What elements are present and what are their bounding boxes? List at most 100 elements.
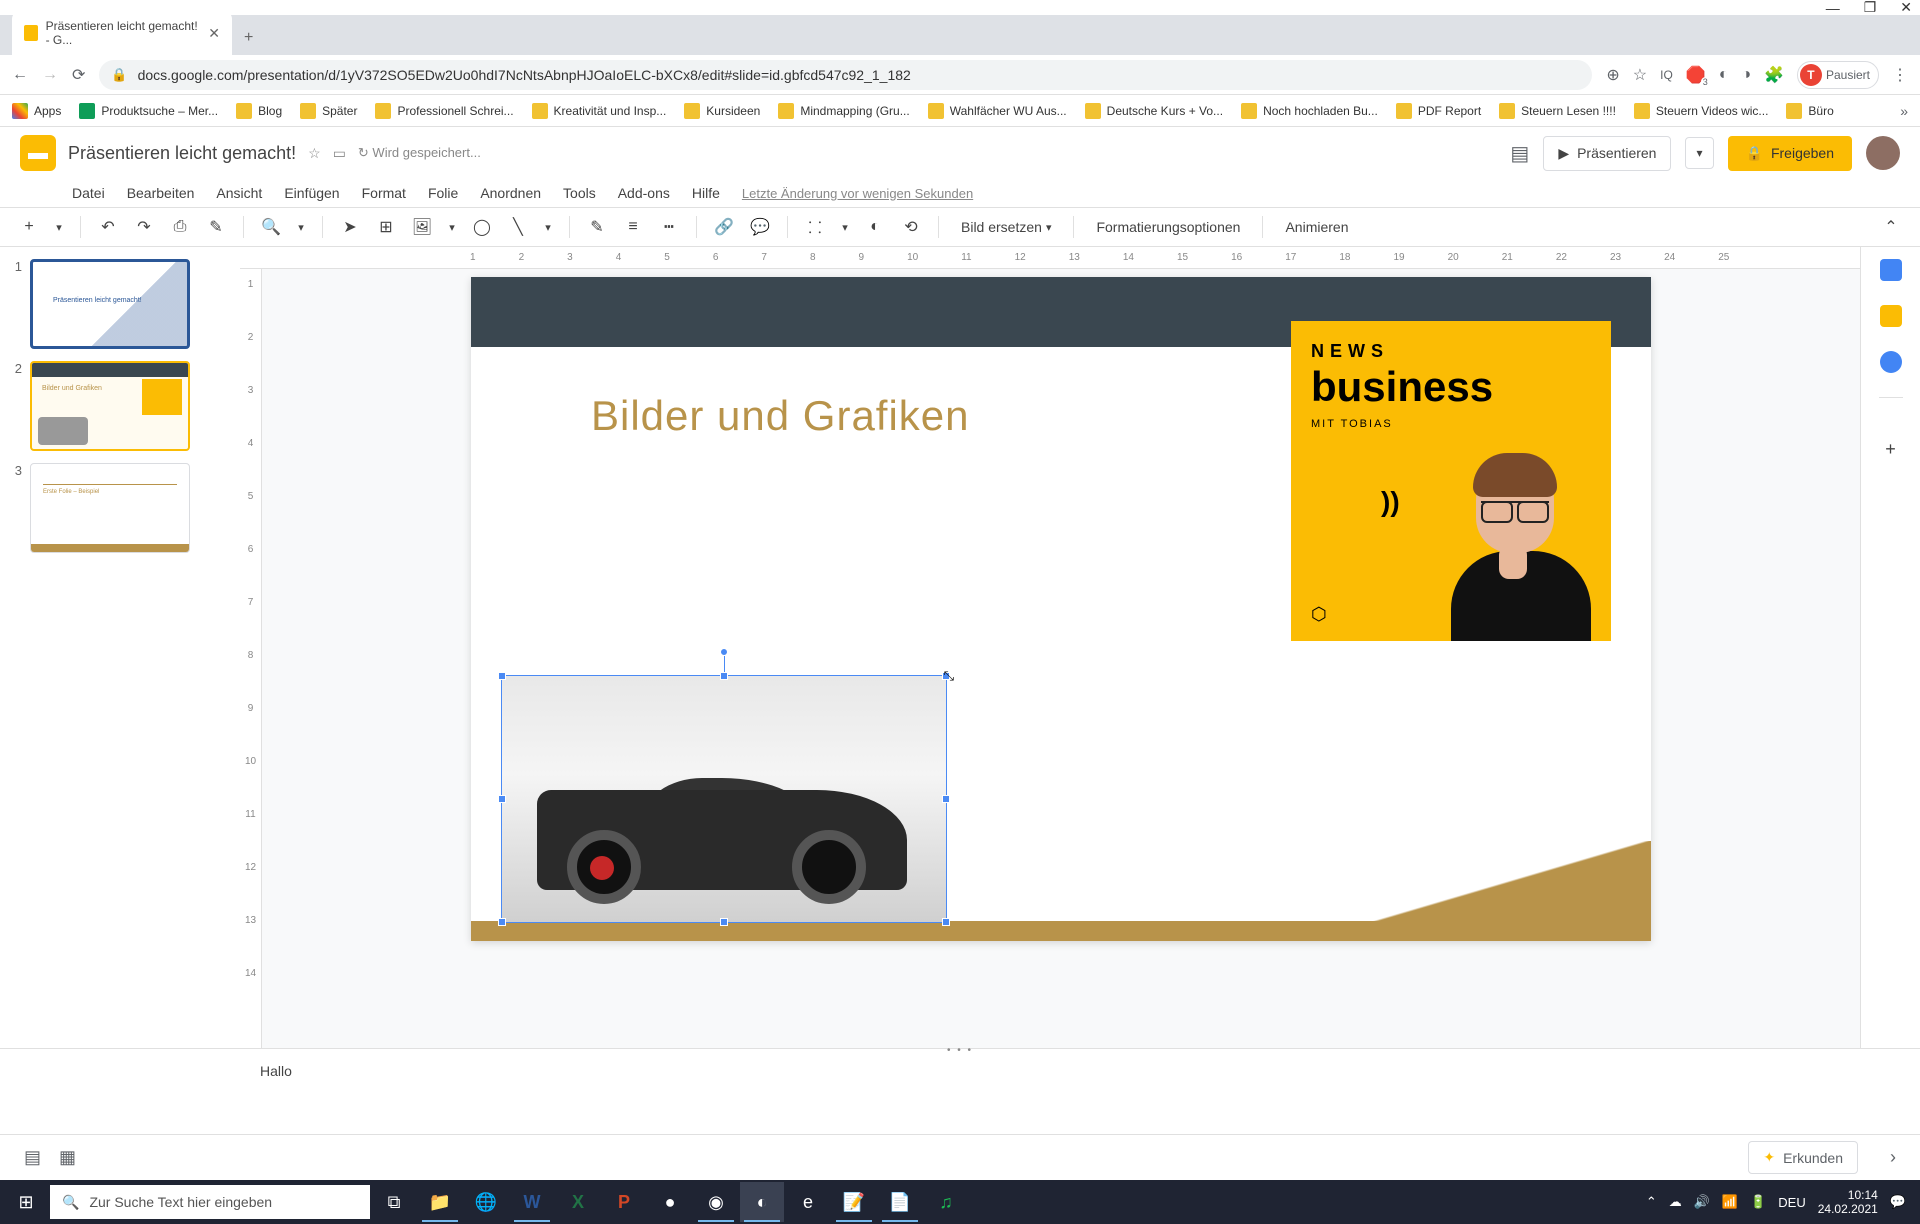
taskbar-app-notes[interactable]: 📝 <box>832 1182 876 1222</box>
menu-datei[interactable]: Datei <box>72 185 105 201</box>
resize-handle-mr[interactable] <box>942 795 950 803</box>
window-minimize[interactable]: — <box>1826 0 1840 16</box>
last-edit-status[interactable]: Letzte Änderung vor wenigen Sekunden <box>742 186 973 201</box>
resize-handle-ml[interactable] <box>498 795 506 803</box>
browser-tab-active[interactable]: Präsentieren leicht gemacht! - G... ✕ <box>12 11 232 55</box>
undo-button[interactable]: ↶ <box>95 214 121 240</box>
taskbar-search[interactable]: 🔍 Zur Suche Text hier eingeben <box>50 1185 370 1219</box>
bookmarks-overflow[interactable]: » <box>1900 103 1908 119</box>
resize-handle-bl[interactable] <box>498 918 506 926</box>
slide-thumbnail-2-active[interactable]: Bilder und Grafiken <box>30 361 190 451</box>
taskbar-app[interactable]: ● <box>648 1182 692 1222</box>
resize-handle-tl[interactable] <box>498 672 506 680</box>
browser-menu-icon[interactable]: ⋮ <box>1892 65 1908 85</box>
taskbar-app-spotify[interactable]: ♫ <box>924 1182 968 1222</box>
new-tab-button[interactable]: + <box>232 21 265 55</box>
menu-anordnen[interactable]: Anordnen <box>480 185 541 201</box>
extension-icon-2[interactable]: ◑ <box>1741 66 1751 84</box>
menu-folie[interactable]: Folie <box>428 185 458 201</box>
menu-bearbeiten[interactable]: Bearbeiten <box>127 185 195 201</box>
new-slide-button[interactable]: + <box>16 214 42 240</box>
bookmark-item[interactable]: Mindmapping (Gru... <box>778 103 909 119</box>
image-dropdown[interactable]: ▾ <box>445 214 459 240</box>
battery-icon[interactable]: 🔋 <box>1750 1194 1766 1210</box>
border-dash-button[interactable]: ┅ <box>656 214 682 240</box>
taskbar-app-powerpoint[interactable]: P <box>602 1182 646 1222</box>
taskbar-app-chrome[interactable]: ◐ <box>740 1182 784 1222</box>
keep-icon[interactable] <box>1880 305 1902 327</box>
chevron-right-icon[interactable]: › <box>1890 1147 1896 1168</box>
notes-text[interactable]: Hallo <box>260 1063 292 1079</box>
bookmark-item[interactable]: Professionell Schrei... <box>375 103 513 119</box>
taskbar-app-excel[interactable]: X <box>556 1182 600 1222</box>
menu-addons[interactable]: Add-ons <box>618 185 670 201</box>
language-indicator[interactable]: DEU <box>1778 1195 1805 1210</box>
bookmark-item[interactable]: Kreativität und Insp... <box>532 103 667 119</box>
slide-thumbnail-1[interactable]: Präsentieren leicht gemacht! <box>30 259 190 349</box>
bookmark-item[interactable]: Wahlfächer WU Aus... <box>928 103 1067 119</box>
mask-button[interactable]: ◐ <box>862 214 888 240</box>
comment-button[interactable]: 💬 <box>747 214 773 240</box>
paint-format-button[interactable]: ✎ <box>203 214 229 240</box>
calendar-icon[interactable] <box>1880 259 1902 281</box>
menu-hilfe[interactable]: Hilfe <box>692 185 720 201</box>
present-button[interactable]: ▶ Präsentieren <box>1543 136 1671 171</box>
bookmark-item[interactable]: Blog <box>236 103 282 119</box>
taskbar-app-edge[interactable]: 🌐 <box>464 1182 508 1222</box>
zoom-dropdown[interactable]: ▾ <box>294 214 308 240</box>
reset-image-button[interactable]: ⟲ <box>898 214 924 240</box>
extension-icon[interactable]: ◐ <box>1719 66 1729 84</box>
grid-view-icon[interactable]: ▦ <box>59 1147 76 1168</box>
share-button[interactable]: 🔒 Freigeben <box>1728 136 1852 171</box>
zoom-button[interactable]: 🔍 <box>258 214 284 240</box>
bookmark-item[interactable]: Produktsuche – Mer... <box>79 103 218 119</box>
volume-icon[interactable]: 🔊 <box>1694 1194 1710 1210</box>
star-icon[interactable]: ☆ <box>308 145 321 162</box>
resize-handle-br[interactable] <box>942 918 950 926</box>
add-addon-icon[interactable]: + <box>1885 439 1896 460</box>
speaker-notes[interactable]: • • • Hallo <box>0 1048 1920 1134</box>
clock[interactable]: 10:14 24.02.2021 <box>1818 1188 1878 1217</box>
current-slide[interactable]: Bilder und Grafiken NEWS business MIT TO… <box>471 277 1651 941</box>
bookmark-item[interactable]: Steuern Videos wic... <box>1634 103 1769 119</box>
blocker-icon[interactable]: 🛑3 <box>1686 65 1706 85</box>
bookmark-item[interactable]: Kursideen <box>684 103 760 119</box>
doc-title[interactable]: Präsentieren leicht gemacht! <box>68 143 296 164</box>
explore-button[interactable]: ✦ Erkunden <box>1748 1141 1858 1174</box>
notes-drag-handle[interactable]: • • • <box>947 1045 973 1056</box>
move-icon[interactable]: ▭ <box>333 145 346 162</box>
tasks-icon[interactable] <box>1880 351 1902 373</box>
crop-button[interactable]: ⸬ <box>802 214 828 240</box>
select-tool[interactable]: ➤ <box>337 214 363 240</box>
border-weight-button[interactable]: ≡ <box>620 214 646 240</box>
window-close[interactable]: ✕ <box>1900 0 1912 16</box>
tab-close-icon[interactable]: ✕ <box>208 25 220 42</box>
slide-thumbnail-3[interactable]: Erste Folie – Beispiel <box>30 463 190 553</box>
print-button[interactable]: ⎙ <box>167 214 193 240</box>
line-tool[interactable]: ╲ <box>505 214 531 240</box>
animate-button[interactable]: Animieren <box>1277 219 1356 235</box>
url-field[interactable]: 🔒 docs.google.com/presentation/d/1yV372S… <box>99 60 1592 90</box>
menu-ansicht[interactable]: Ansicht <box>216 185 262 201</box>
menu-tools[interactable]: Tools <box>563 185 596 201</box>
taskview-icon[interactable]: ⧉ <box>372 1182 416 1222</box>
taskbar-app-obs[interactable]: ◉ <box>694 1182 738 1222</box>
bookmark-item[interactable]: PDF Report <box>1396 103 1481 119</box>
resize-handle-tm[interactable] <box>720 672 728 680</box>
window-maximize[interactable]: ❐ <box>1864 0 1877 16</box>
replace-image-button[interactable]: Bild ersetzen ▾ <box>953 219 1059 235</box>
textbox-tool[interactable]: ⊞ <box>373 214 399 240</box>
menu-format[interactable]: Format <box>362 185 406 201</box>
filmstrip-view-icon[interactable]: ▤ <box>24 1147 41 1168</box>
rotate-handle[interactable] <box>720 648 728 656</box>
bookmark-item[interactable]: Büro <box>1786 103 1833 119</box>
car-image-selected[interactable]: ⤡ <box>501 675 947 923</box>
format-options-button[interactable]: Formatierungsoptionen <box>1088 219 1248 235</box>
bookmark-item[interactable]: Deutsche Kurs + Vo... <box>1085 103 1223 119</box>
nav-back[interactable]: ← <box>12 66 28 84</box>
start-button[interactable]: ⊞ <box>4 1182 48 1222</box>
menu-einfuegen[interactable]: Einfügen <box>284 185 339 201</box>
taskbar-app-explorer[interactable]: 📁 <box>418 1182 462 1222</box>
slide-title-text[interactable]: Bilder und Grafiken <box>591 392 970 440</box>
taskbar-app-notepad[interactable]: 📄 <box>878 1182 922 1222</box>
